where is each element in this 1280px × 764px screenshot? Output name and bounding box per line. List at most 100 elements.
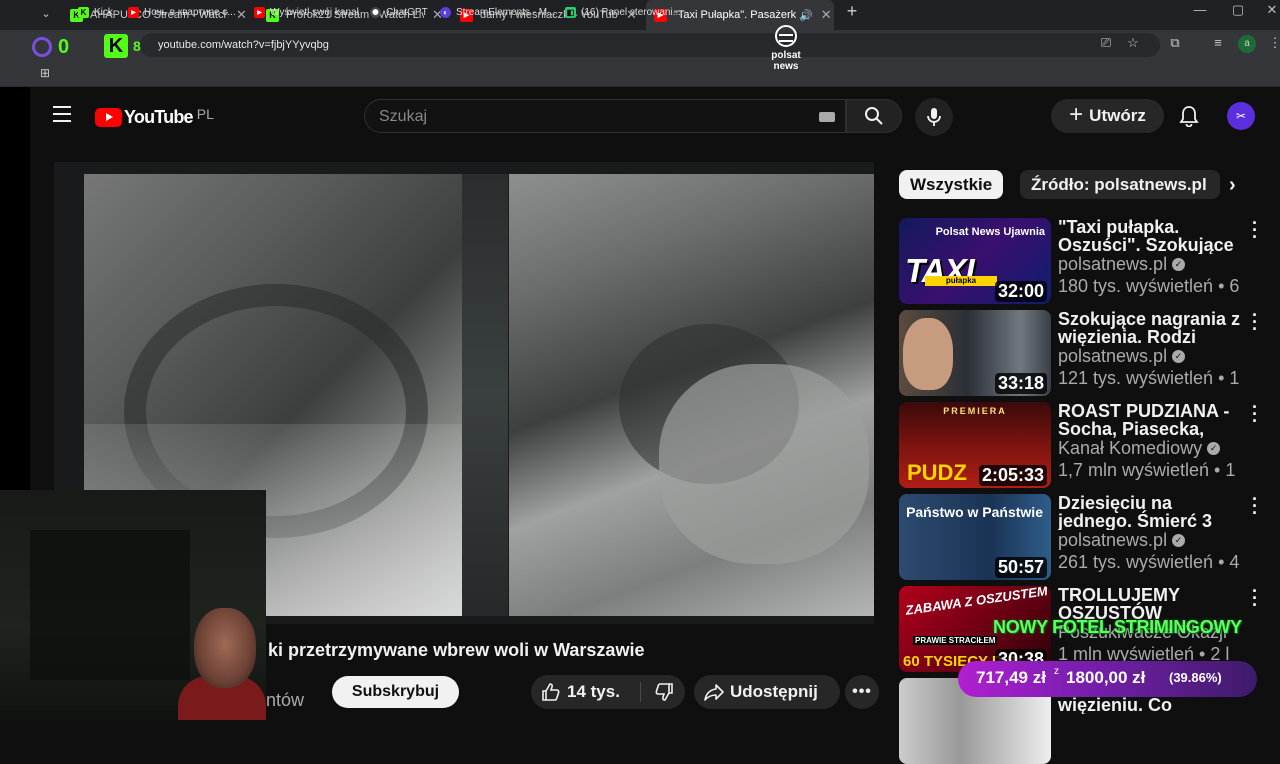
bookmark-item[interactable]: ▶ Wyświetl swój kanał bbox=[254, 7, 359, 18]
address-bar-row: youtube.com/watch?v=fjbjYYyvqbg bbox=[0, 30, 1280, 60]
youtube-logo[interactable]: YouTube PL bbox=[95, 105, 214, 128]
related-video[interactable]: Polsat News Ujawnia TAXI pułapka 32:00 "… bbox=[899, 214, 1280, 304]
chevron-right-icon[interactable]: › bbox=[1229, 174, 1236, 197]
related-channel[interactable]: Kanał Komediowy ✓ bbox=[1058, 438, 1221, 459]
thumb-text: ZABAWA Z OSZUSTEM bbox=[904, 586, 1049, 618]
plus-icon: + bbox=[1069, 100, 1084, 128]
verified-icon: ✓ bbox=[1172, 258, 1186, 271]
profile-avatar[interactable]: a bbox=[1238, 35, 1256, 53]
tab-close-icon[interactable]: ✕ bbox=[821, 7, 832, 23]
goal-currency-mark: z bbox=[1054, 666, 1059, 677]
like-button[interactable]: 14 tys. bbox=[531, 675, 639, 709]
share-arrow-icon bbox=[704, 684, 724, 701]
bookmark-item[interactable]: ✺ ChatGPT bbox=[370, 7, 428, 18]
video-thumbnail[interactable]: 33:18 bbox=[899, 310, 1051, 396]
related-meta: 121 tys. wyświetleń • 1 bbox=[1058, 368, 1240, 388]
video-thumbnail[interactable]: Państwo w Państwie 50:57 bbox=[899, 494, 1051, 580]
create-label: Utwórz bbox=[1089, 106, 1146, 125]
related-title[interactable]: ROAST PUDZIANA - Socha, Piasecka, bbox=[1058, 402, 1244, 438]
channel-name: polsatnews.pl bbox=[1058, 346, 1168, 366]
donation-goal-title: NOWY FOTEL STRIMINGOWY bbox=[993, 617, 1242, 637]
duration-badge: 33:18 bbox=[994, 373, 1047, 394]
related-video[interactable]: PREMIERA PUDZ 2:05:33 ROAST PUDZIANA - S… bbox=[899, 398, 1280, 488]
browser-menu-icon[interactable]: ⋮ bbox=[1266, 35, 1280, 51]
bookmark-kick[interactable]: K Kick bbox=[78, 7, 113, 18]
account-avatar[interactable]: ✂ bbox=[1227, 102, 1255, 130]
chip-source[interactable]: Źródło: polsatnews.pl bbox=[1020, 170, 1220, 199]
create-button[interactable]: + Utwórz bbox=[1051, 99, 1164, 133]
bookmark-item[interactable]: ◐ StreamElements - M... bbox=[440, 7, 555, 18]
like-dislike-group: 14 tys. bbox=[531, 675, 685, 709]
search-button[interactable] bbox=[846, 99, 902, 133]
duration-badge: 2:05:33 bbox=[978, 465, 1047, 486]
bookmark-star-icon[interactable]: ☆ bbox=[1124, 35, 1142, 51]
voice-search-button[interactable] bbox=[915, 98, 953, 136]
keyboard-icon[interactable] bbox=[819, 112, 835, 122]
new-tab-button[interactable]: + bbox=[842, 1, 862, 22]
kick-icon: K bbox=[78, 7, 89, 18]
overlay-ring-icon bbox=[32, 37, 52, 57]
dislike-button[interactable] bbox=[643, 675, 685, 709]
tab-title: "Taxi Pułapka". Pasażerki prz bbox=[674, 9, 796, 21]
thumbs-down-icon bbox=[655, 683, 673, 701]
polsat-news-watermark: polsat news bbox=[766, 25, 806, 72]
channel-name: Kanał Komediowy bbox=[1058, 438, 1203, 458]
video-thumbnail[interactable]: PREMIERA PUDZ 2:05:33 bbox=[899, 402, 1051, 488]
duration-badge: 50:57 bbox=[994, 557, 1047, 578]
like-count: 14 tys. bbox=[567, 682, 620, 701]
thumb-text: PUDZ bbox=[907, 460, 967, 485]
youtube-icon: ▶ bbox=[128, 7, 139, 18]
related-meta: 1,7 mln wyświetleń • 1 bbox=[1058, 460, 1236, 480]
video-menu-icon[interactable]: · · · bbox=[1249, 582, 1261, 614]
chip-all[interactable]: Wszystkie bbox=[899, 170, 1004, 199]
kick-logo-icon: K bbox=[104, 34, 128, 58]
overlay-left-count: 0 bbox=[58, 36, 70, 58]
url-field[interactable]: youtube.com/watch?v=fjbjYYyvqbg bbox=[140, 33, 1160, 57]
related-channel[interactable]: polsatnews.pl ✓ bbox=[1058, 254, 1186, 275]
related-title[interactable]: "Taxi pułapka. Oszuści". Szokujące bbox=[1058, 218, 1244, 254]
share-button[interactable]: Udostępnij bbox=[694, 675, 840, 709]
verified-icon: ✓ bbox=[1172, 350, 1186, 363]
cast-icon[interactable]: ⎚ bbox=[1097, 35, 1115, 51]
related-video[interactable]: 33:18 Szokujące nagrania z więzienia. Ro… bbox=[899, 306, 1280, 396]
channel-name: polsatnews.pl bbox=[1058, 254, 1168, 274]
related-video[interactable]: Państwo w Państwie 50:57 Dziesięciu na j… bbox=[899, 490, 1280, 580]
extensions-icon[interactable]: ⧉ bbox=[1166, 35, 1184, 51]
maximize-icon[interactable]: ▢ bbox=[1228, 2, 1248, 18]
tab-search-menu-icon[interactable]: ⌄ bbox=[36, 3, 56, 23]
media-controls-icon[interactable]: ≡ bbox=[1209, 35, 1227, 50]
video-menu-icon[interactable]: · · · bbox=[1249, 306, 1261, 338]
video-thumbnail[interactable]: Polsat News Ujawnia TAXI pułapka 32:00 bbox=[899, 218, 1051, 304]
bookmark-label: (16) Panel sterowani... bbox=[581, 7, 682, 18]
country-code: PL bbox=[196, 105, 214, 122]
related-meta: 261 tys. wyświetleń • 4 bbox=[1058, 552, 1240, 572]
thumbs-up-icon bbox=[542, 683, 560, 701]
related-channel[interactable]: polsatnews.pl ✓ bbox=[1058, 346, 1186, 367]
related-title[interactable]: Szokujące nagrania z więzienia. Rodzi bbox=[1058, 310, 1244, 346]
microphone-icon bbox=[927, 108, 941, 126]
minimize-icon[interactable]: — bbox=[1190, 2, 1210, 17]
like-divider bbox=[640, 682, 641, 702]
video-menu-icon[interactable]: · · · bbox=[1249, 490, 1261, 522]
youtube-icon: ▶ bbox=[254, 7, 265, 18]
related-channel[interactable]: polsatnews.pl ✓ bbox=[1058, 530, 1186, 551]
bookmark-item[interactable]: ▶ Ночь в квартире с... bbox=[128, 7, 236, 18]
notifications-button[interactable] bbox=[1176, 103, 1202, 129]
more-actions-button[interactable]: ••• bbox=[845, 675, 879, 709]
bookmark-label: StreamElements - M... bbox=[456, 7, 556, 18]
streamelements-icon: ◐ bbox=[440, 7, 451, 18]
search-input[interactable]: Szukaj bbox=[364, 99, 846, 133]
thumb-text: Państwo w Państwie bbox=[906, 504, 1043, 520]
menu-hamburger-icon[interactable] bbox=[53, 106, 71, 122]
audio-playing-icon[interactable]: 🔊 bbox=[799, 9, 813, 22]
subscribe-button[interactable]: Subskrybuj bbox=[332, 676, 459, 708]
bookmark-item[interactable]: ◧ (16) Panel sterowani... bbox=[565, 7, 681, 18]
related-title[interactable]: Dziesięciu na jednego. Śmierć 3 bbox=[1058, 494, 1244, 530]
tab-close-icon[interactable]: ✕ bbox=[236, 7, 247, 23]
video-menu-icon[interactable]: · · · bbox=[1249, 214, 1261, 246]
apps-grid-icon[interactable]: ⊞ bbox=[40, 66, 50, 80]
goal-percent: (39.86%) bbox=[1169, 670, 1222, 685]
channel-name: polsatnews.pl bbox=[1058, 530, 1168, 550]
close-window-icon[interactable]: ✕ bbox=[1262, 2, 1280, 18]
video-menu-icon[interactable]: · · · bbox=[1249, 398, 1261, 430]
